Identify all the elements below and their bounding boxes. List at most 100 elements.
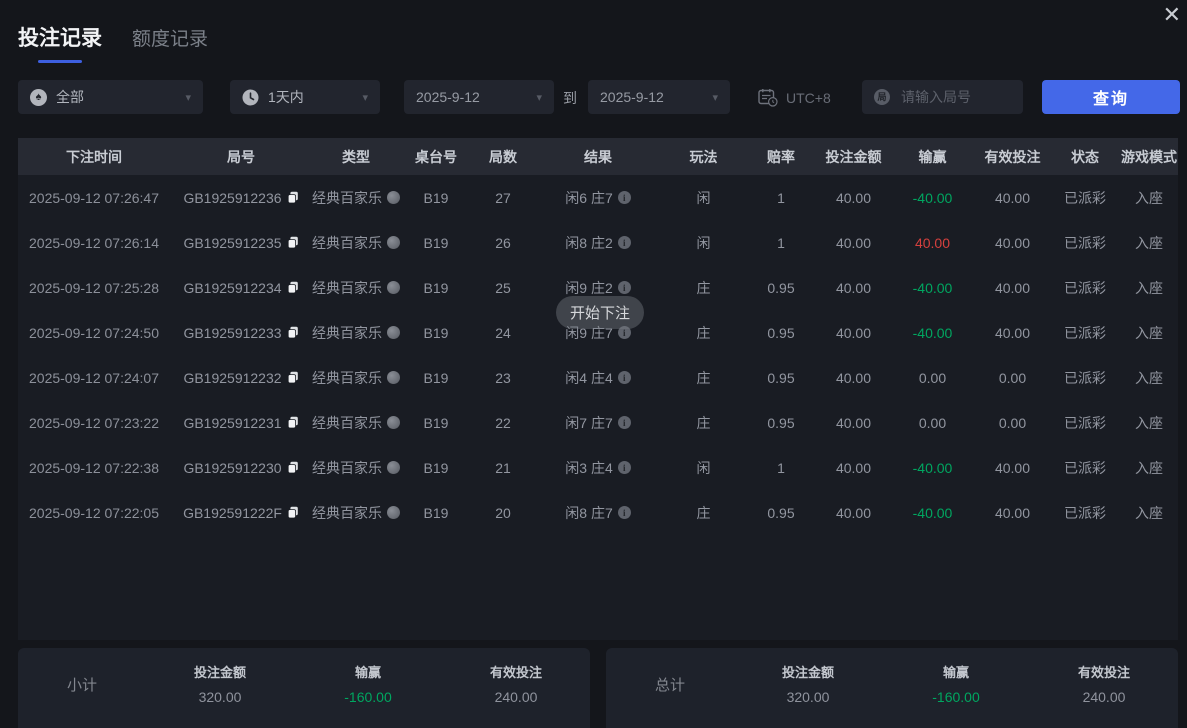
info-icon[interactable]: i (617, 506, 631, 519)
replay-icon[interactable] (387, 371, 400, 384)
tab-quota-records[interactable]: 额度记录 (132, 24, 208, 51)
game-type-select[interactable]: ♠ 全部 ▾ (18, 80, 203, 114)
date-from-picker[interactable]: 2025-9-12 ▾ (404, 80, 554, 114)
game-type-text: 经典百家乐 (312, 324, 382, 341)
info-icon[interactable]: i (617, 371, 631, 384)
subtotal-winloss-label: 输赢 (354, 665, 381, 680)
info-icon[interactable]: i (617, 191, 631, 204)
cell-bet-amount: 40.00 (835, 459, 872, 476)
column-header-11: 状态 (1071, 148, 1099, 165)
replay-icon[interactable] (387, 416, 400, 429)
replay-icon[interactable] (387, 191, 400, 204)
total-winloss-label: 输赢 (942, 665, 969, 680)
game-type-text: 经典百家乐 (312, 459, 382, 476)
copy-icon[interactable] (287, 236, 299, 249)
cell-round-no: 25 (495, 279, 511, 296)
copy-icon[interactable] (287, 326, 299, 339)
date-to-picker[interactable]: 2025-9-12 ▾ (588, 80, 730, 114)
copy-icon[interactable] (287, 506, 299, 519)
cell-game-mode: 入座 (1135, 414, 1163, 431)
total-winloss: 输赢 -160.00 (882, 648, 1030, 728)
cell-round-id: GB1925912235 (170, 220, 312, 265)
cell-game-mode: 入座 (1135, 234, 1163, 251)
cell-play: 闲 (696, 459, 711, 476)
cell-game-mode: 入座 (1135, 189, 1163, 206)
cell-round-no: 22 (495, 414, 511, 431)
round-search-input[interactable] (899, 88, 1013, 106)
subtotal-label: 小计 (66, 677, 97, 694)
info-icon[interactable]: i (617, 416, 631, 429)
to-label: 到 (563, 90, 577, 106)
replay-icon[interactable] (387, 461, 400, 474)
cell-status: 已派彩 (1064, 189, 1106, 206)
cell-table-no: B19 (423, 504, 449, 521)
column-header-3: 桌台号 (415, 148, 457, 165)
copy-icon[interactable] (287, 371, 299, 384)
cell-valid-bet: 40.00 (994, 189, 1031, 206)
cell-round-id: GB1925912236 (170, 175, 312, 220)
cell-bet-time: 2025-09-12 07:26:14 (29, 234, 159, 251)
cell-status: 已派彩 (1064, 459, 1106, 476)
subtotal-winloss-value: -160.00 (344, 689, 392, 705)
column-header-0: 下注时间 (66, 148, 122, 165)
cell-bet-time: 2025-09-12 07:23:22 (29, 414, 159, 431)
cell-play: 庄 (696, 369, 711, 386)
column-header-9: 输赢 (918, 148, 947, 165)
info-icon[interactable]: i (617, 281, 631, 294)
date-to-value: 2025-9-12 (600, 89, 664, 105)
subtotal-bet-value: 320.00 (198, 689, 242, 705)
cell-winloss: -40.00 (912, 459, 953, 476)
copy-icon[interactable] (287, 416, 299, 429)
cell-status: 已派彩 (1064, 234, 1106, 251)
cell-table-no: B19 (423, 414, 449, 431)
filter-bar: ♠ 全部 ▾ 1天内 ▾ 2025-9-12 ▾ 到 2025-9-12 ▾ U… (0, 80, 1187, 114)
total-panel: 总计 投注金额 320.00 输赢 -160.00 有效投注 240.00 (606, 648, 1178, 728)
copy-icon[interactable] (287, 461, 299, 474)
query-button[interactable]: 查询 (1042, 80, 1180, 114)
result-text: 闲8 庄2 (565, 234, 613, 251)
cell-table-no: B19 (423, 369, 449, 386)
cell-valid-bet: 40.00 (994, 459, 1031, 476)
info-icon[interactable]: i (617, 236, 631, 249)
cell-round-no: 27 (495, 189, 511, 206)
round-search-box: 局 (862, 80, 1023, 114)
game-type-text: 经典百家乐 (312, 234, 382, 251)
tab-betting-records[interactable]: 投注记录 (18, 22, 102, 63)
total-winloss-value: -160.00 (932, 689, 980, 705)
info-icon[interactable]: i (617, 461, 631, 474)
replay-icon[interactable] (387, 506, 400, 519)
round-id-text: GB1925912234 (183, 279, 282, 296)
table-row: 2025-09-12 07:24:07 GB1925912232 经典百家乐 B… (18, 355, 1178, 400)
active-tab-underline (38, 60, 82, 63)
cell-game-mode: 入座 (1135, 279, 1163, 296)
table-row: 2025-09-12 07:22:38 GB1925912230 经典百家乐 B… (18, 445, 1178, 490)
copy-icon[interactable] (287, 191, 299, 204)
cell-result: 闲4 庄4 i (534, 355, 662, 400)
cell-game-mode: 入座 (1135, 504, 1163, 521)
column-header-8: 投注金额 (825, 148, 882, 165)
column-header-7: 赔率 (767, 148, 795, 165)
total-valid-value: 240.00 (1082, 689, 1126, 705)
cell-play: 庄 (696, 414, 711, 431)
total-valid-label: 有效投注 (1077, 665, 1130, 680)
close-icon[interactable]: ✕ (1163, 4, 1181, 26)
copy-icon[interactable] (287, 281, 299, 294)
round-id-text: GB1925912232 (183, 369, 282, 386)
timezone-indicator: UTC+8 (758, 88, 831, 107)
time-range-select[interactable]: 1天内 ▾ (230, 80, 380, 114)
result-text: 闲3 庄4 (565, 459, 613, 476)
cell-table-no: B19 (423, 189, 449, 206)
table-row: 2025-09-12 07:22:05 GB192591222F 经典百家乐 B… (18, 490, 1178, 535)
cell-valid-bet: 40.00 (994, 324, 1031, 341)
game-type-text: 经典百家乐 (312, 279, 382, 296)
cell-bet-amount: 40.00 (835, 234, 872, 251)
timezone-label: UTC+8 (786, 89, 831, 106)
replay-icon[interactable] (387, 236, 400, 249)
cell-game-type: 经典百家乐 (312, 310, 400, 355)
cell-winloss: -40.00 (912, 279, 953, 296)
subtotal-bet: 投注金额 320.00 (146, 648, 294, 728)
table-row: 2025-09-12 07:23:22 GB1925912231 经典百家乐 B… (18, 400, 1178, 445)
replay-icon[interactable] (387, 326, 400, 339)
replay-icon[interactable] (387, 281, 400, 294)
caret-down-icon: ▾ (362, 91, 368, 104)
